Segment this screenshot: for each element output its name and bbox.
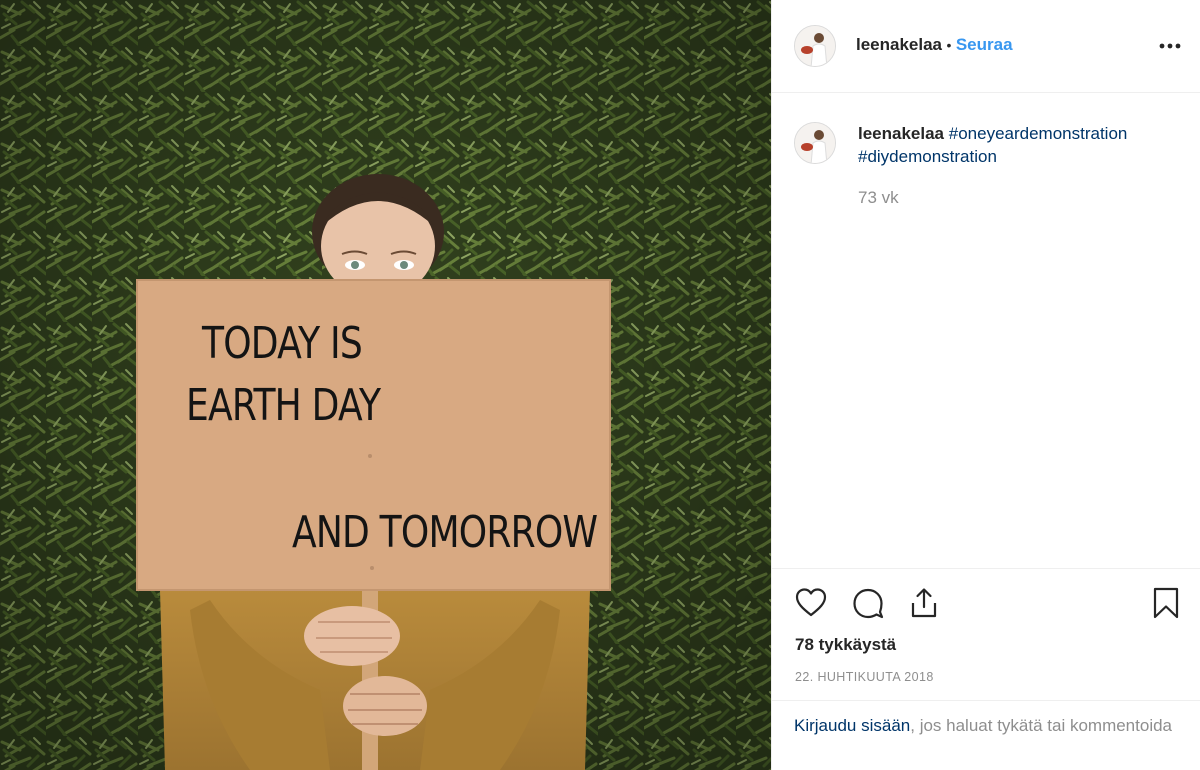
hashtag-link[interactable]: #oneyeardemonstration	[949, 124, 1128, 143]
sign-text-line-2: EARTH DAY	[186, 380, 381, 431]
post-caption: leenakelaa #oneyeardemonstration #diydem…	[858, 122, 1178, 168]
avatar-image	[795, 123, 835, 163]
sign-text-line-3: AND TOMORROW	[292, 507, 598, 558]
sign-text-line-1: TODAY IS	[202, 318, 363, 369]
post-actions: 78 tykkäystä 22. HUHTIKUUTA 2018	[772, 568, 1200, 700]
more-options-icon[interactable]	[1157, 36, 1183, 56]
comment-icon[interactable]	[851, 586, 885, 620]
avatar-image	[795, 26, 835, 66]
heart-icon[interactable]	[794, 586, 828, 620]
bookmark-icon[interactable]	[1149, 586, 1183, 620]
login-link[interactable]: Kirjaudu sisään	[794, 716, 910, 735]
hand-upper	[304, 606, 400, 666]
post-header: leenakelaa • Seuraa	[772, 0, 1200, 93]
caption-username[interactable]: leenakelaa	[858, 124, 944, 143]
caption-timestamp[interactable]: 73 vk	[858, 188, 899, 208]
likes-count[interactable]: 78 tykkäystä	[795, 635, 896, 655]
login-prompt-text: , jos haluat tykätä tai kommentoida	[910, 716, 1172, 735]
post-side-panel: leenakelaa • Seuraa leenakelaa #oneyeard…	[771, 0, 1200, 770]
caption-avatar[interactable]	[794, 122, 836, 164]
author-avatar[interactable]	[794, 25, 836, 67]
photo-scene	[0, 0, 771, 770]
author-username[interactable]: leenakelaa	[856, 35, 942, 54]
follow-button[interactable]: Seuraa	[956, 35, 1013, 54]
hand-lower	[343, 676, 427, 736]
separator-dot: •	[946, 37, 952, 53]
hashtag-link[interactable]: #diydemonstration	[858, 147, 997, 166]
login-prompt: Kirjaudu sisään, jos haluat tykätä tai k…	[772, 700, 1200, 770]
post-photo[interactable]: TODAY IS EARTH DAY AND TOMORROW	[0, 0, 771, 770]
share-icon[interactable]	[907, 586, 941, 620]
post-date: 22. HUHTIKUUTA 2018	[795, 670, 934, 684]
